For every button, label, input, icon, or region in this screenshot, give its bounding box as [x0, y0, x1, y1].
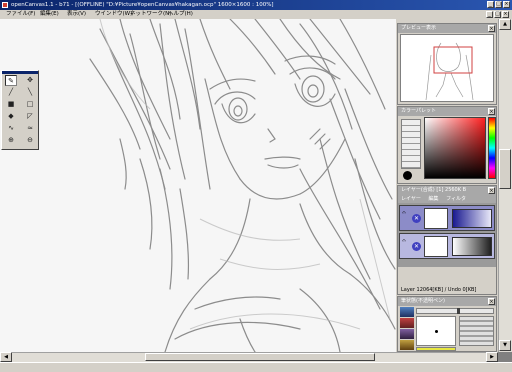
scroll-up-arrow-icon[interactable]: ▲ [499, 19, 511, 30]
color-close-button[interactable]: × [488, 108, 495, 115]
marker-brush-icon[interactable] [400, 318, 414, 328]
eye-icon[interactable]: 𝄐 [402, 209, 410, 227]
color-panel-title[interactable]: カラーパレット × [398, 107, 496, 116]
brush-size-slider[interactable] [416, 308, 494, 314]
horizontal-scrollbar[interactable]: ◀ ▶ [0, 352, 498, 362]
doc-restore-button[interactable]: □ [494, 11, 501, 18]
status-bar [0, 362, 512, 372]
brush-settings-list[interactable] [459, 316, 494, 346]
menu-view[interactable]: 表示(V) [67, 11, 86, 18]
menu-help[interactable]: ヘルプ(H) [168, 11, 193, 18]
zoom-in-icon[interactable]: ⊕ [5, 135, 17, 146]
layer-thumbnail [424, 208, 448, 229]
doc-close-button[interactable]: × [502, 11, 509, 18]
lasso-tool-icon[interactable]: ◸ [24, 111, 36, 122]
saturation-value-square[interactable] [424, 117, 486, 179]
scroll-left-arrow-icon[interactable]: ◀ [0, 352, 12, 362]
tab-layer[interactable]: レイヤー [401, 196, 421, 202]
preview-sketch [425, 42, 474, 101]
scroll-right-arrow-icon[interactable]: ▶ [486, 352, 498, 362]
layer-status-text: Layer 12064[KB] / Undo 0[KB] [401, 287, 477, 293]
move-tool-icon[interactable]: ✥ [24, 75, 36, 86]
brush-panel-title[interactable]: 筆状態(不透明ペン) × [398, 297, 496, 306]
brush-preview [416, 316, 456, 346]
horizontal-scroll-thumb[interactable] [145, 353, 375, 361]
fill-rect-tool-icon[interactable]: ■ [5, 99, 17, 110]
layer-thumbnail [424, 236, 448, 257]
brush-type-column [400, 307, 414, 351]
eraser-brush-icon[interactable] [400, 340, 414, 350]
menu-file[interactable]: ファイル(F) [6, 11, 35, 18]
scroll-down-arrow-icon[interactable]: ▼ [499, 340, 511, 351]
swatch-grid[interactable] [401, 119, 421, 169]
curve-tool-icon[interactable]: ∿ [5, 123, 17, 134]
title-bar: openCanvas1.1 - b71 - [(OFFLINE) "D:¥Pic… [0, 0, 512, 10]
layer-lock-icon[interactable]: ✕ [412, 214, 421, 223]
pen-tool-icon[interactable]: ✎ [5, 75, 17, 86]
hue-slider[interactable] [488, 117, 496, 179]
preview-title-text: プレビュー表示 [401, 25, 437, 31]
tool-palette: ✎ ✥ ╱ ╲ ■ □ ◆ ◸ ∿ ≈ ⊕ ⊖ [1, 70, 39, 150]
pen-brush-icon[interactable] [400, 307, 414, 317]
window-title: openCanvas1.1 - b71 - [(OFFLINE) "D:¥Pic… [11, 2, 274, 8]
line-tool-icon[interactable]: ╲ [24, 87, 36, 98]
menu-window[interactable]: ウインドウ(W) [95, 11, 132, 18]
color-title-text: カラーパレット [401, 108, 436, 114]
preview-close-button[interactable]: × [488, 25, 495, 32]
layer-list: 𝄐 ✕ 𝄐 ✕ [398, 203, 496, 267]
layer-opacity-gradient[interactable] [452, 209, 492, 228]
drawing-canvas[interactable] [0, 19, 396, 352]
tool-palette-caption[interactable] [2, 71, 38, 74]
vertical-scrollbar[interactable]: ▲ ▼ [498, 19, 512, 352]
layer-lock-icon[interactable]: ✕ [412, 242, 421, 251]
bucket-tool-icon[interactable]: ◆ [5, 111, 17, 122]
preview-panel-title[interactable]: プレビュー表示 × [398, 24, 496, 33]
layer-panel-title[interactable]: レイヤー(合成) [1] 2560K B × [398, 186, 496, 195]
sketch-drawing [89, 19, 396, 352]
tab-filter[interactable]: フィルタ [446, 196, 466, 202]
layer-panel: レイヤー(合成) [1] 2560K B × レイヤー 編集 フィルタ 𝄐 ✕ … [397, 185, 497, 295]
menu-bar: ファイル(F) 編集(E) 表示(V) ウインドウ(W) ネットワーク(N) ヘ… [0, 10, 400, 19]
brush-title-text: 筆状態(不透明ペン) [401, 298, 445, 304]
layer-title-text: レイヤー(合成) [1] 2560K B [401, 187, 467, 193]
layer-tabs: レイヤー 編集 フィルタ [398, 195, 496, 203]
color-palette-panel: カラーパレット × [397, 106, 497, 184]
current-color-swatch[interactable] [403, 171, 412, 180]
layer-close-button[interactable]: × [488, 187, 495, 194]
layer-opacity-gradient[interactable] [452, 237, 492, 256]
layer-row[interactable]: 𝄐 ✕ [399, 233, 495, 259]
rect-tool-icon[interactable]: □ [24, 99, 36, 110]
brush-opacity-bar[interactable] [416, 347, 456, 351]
close-button[interactable]: × [503, 1, 510, 8]
airbrush-icon[interactable] [400, 329, 414, 339]
right-panel-area: プレビュー表示 × カラーパレット × レイヤー(合成) [1] 2560K B… [396, 19, 498, 352]
preview-panel: プレビュー表示 × [397, 23, 497, 105]
minimize-button[interactable]: _ [487, 1, 494, 8]
preview-thumbnail[interactable] [400, 34, 494, 102]
menu-edit[interactable]: 編集(E) [40, 11, 59, 18]
brush-tool-icon[interactable]: ╱ [5, 87, 17, 98]
zoom-out-icon[interactable]: ⊖ [24, 135, 36, 146]
eye-icon[interactable]: 𝄐 [402, 237, 410, 255]
tab-edit[interactable]: 編集 [428, 196, 438, 202]
wave-tool-icon[interactable]: ≈ [24, 123, 36, 134]
app-icon[interactable] [2, 2, 8, 8]
brush-state-panel: 筆状態(不透明ペン) × [397, 296, 497, 352]
vertical-scroll-thumb[interactable] [499, 149, 511, 189]
layer-row[interactable]: 𝄐 ✕ [399, 205, 495, 231]
doc-minimize-button[interactable]: _ [486, 11, 493, 18]
maximize-button[interactable]: □ [495, 1, 502, 8]
menu-network[interactable]: ネットワーク(N) [130, 11, 171, 18]
brush-close-button[interactable]: × [488, 298, 495, 305]
